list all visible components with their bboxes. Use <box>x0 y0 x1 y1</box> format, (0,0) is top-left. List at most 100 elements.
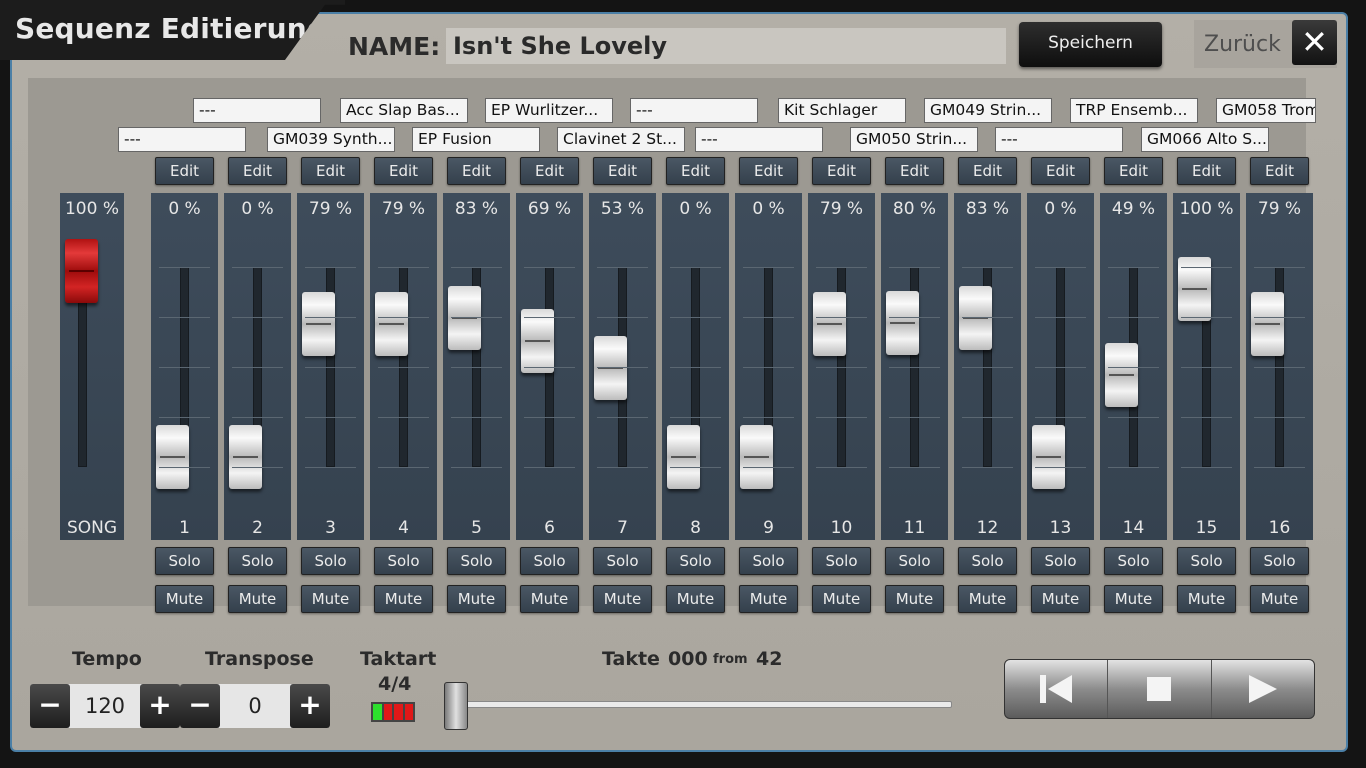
stop-icon[interactable] <box>1108 660 1212 718</box>
edit-button-11[interactable]: Edit <box>885 157 944 185</box>
channel-fader-knob[interactable] <box>521 309 554 374</box>
position-slider-track[interactable] <box>458 701 952 708</box>
edit-button-9[interactable]: Edit <box>739 157 798 185</box>
solo-button-3[interactable]: Solo <box>301 547 360 575</box>
channel-fader-knob[interactable] <box>1251 292 1284 357</box>
song-fader-knob[interactable] <box>65 239 98 303</box>
mute-button-11[interactable]: Mute <box>885 585 944 613</box>
sound-field[interactable]: GM039 Synth... <box>267 127 395 152</box>
edit-button-12[interactable]: Edit <box>958 157 1017 185</box>
solo-button-11[interactable]: Solo <box>885 547 944 575</box>
solo-button-5[interactable]: Solo <box>447 547 506 575</box>
edit-button-6[interactable]: Edit <box>520 157 579 185</box>
channel-fader-knob[interactable] <box>302 292 335 357</box>
scale-tick <box>597 267 648 268</box>
mute-button-3[interactable]: Mute <box>301 585 360 613</box>
transpose-minus-button[interactable]: − <box>180 684 220 728</box>
solo-button-8[interactable]: Solo <box>666 547 725 575</box>
sound-field[interactable]: --- <box>695 127 823 152</box>
channel-fader-knob[interactable] <box>375 292 408 357</box>
sound-field[interactable]: --- <box>193 98 321 123</box>
sound-field[interactable]: Kit Schlager <box>778 98 906 123</box>
takte-label: Takte <box>602 648 660 670</box>
mute-button-13[interactable]: Mute <box>1031 585 1090 613</box>
channel-fader-knob[interactable] <box>156 425 189 489</box>
mute-button-16[interactable]: Mute <box>1250 585 1309 613</box>
sound-field[interactable]: GM050 Strin... <box>850 127 978 152</box>
mute-button-2[interactable]: Mute <box>228 585 287 613</box>
transpose-value[interactable]: 0 <box>220 684 290 728</box>
edit-button-10[interactable]: Edit <box>812 157 871 185</box>
solo-button-10[interactable]: Solo <box>812 547 871 575</box>
mute-button-10[interactable]: Mute <box>812 585 871 613</box>
sound-field[interactable]: GM066 Alto S... <box>1141 127 1269 152</box>
scale-tick <box>1108 467 1159 468</box>
sound-field[interactable]: TRP Ensemb... <box>1070 98 1198 123</box>
edit-button-14[interactable]: Edit <box>1104 157 1163 185</box>
edit-button-3[interactable]: Edit <box>301 157 360 185</box>
mute-button-12[interactable]: Mute <box>958 585 1017 613</box>
transpose-label: Transpose <box>205 648 314 670</box>
mute-button-6[interactable]: Mute <box>520 585 579 613</box>
scale-tick <box>232 467 283 468</box>
channel-fader-knob[interactable] <box>667 425 700 489</box>
edit-button-15[interactable]: Edit <box>1177 157 1236 185</box>
mute-button-9[interactable]: Mute <box>739 585 798 613</box>
close-icon[interactable]: ✕ <box>1292 20 1337 65</box>
channel-fader-knob[interactable] <box>229 425 262 489</box>
mute-button-15[interactable]: Mute <box>1177 585 1236 613</box>
mute-button-14[interactable]: Mute <box>1104 585 1163 613</box>
edit-button-1[interactable]: Edit <box>155 157 214 185</box>
scale-tick <box>305 467 356 468</box>
sound-field[interactable]: EP Fusion <box>412 127 540 152</box>
play-icon[interactable] <box>1212 660 1314 718</box>
edit-button-8[interactable]: Edit <box>666 157 725 185</box>
sound-field[interactable]: Acc Slap Bas... <box>340 98 468 123</box>
solo-button-4[interactable]: Solo <box>374 547 433 575</box>
sound-field[interactable]: --- <box>995 127 1123 152</box>
solo-button-16[interactable]: Solo <box>1250 547 1309 575</box>
solo-button-6[interactable]: Solo <box>520 547 579 575</box>
solo-button-2[interactable]: Solo <box>228 547 287 575</box>
channel-fader-knob[interactable] <box>740 425 773 489</box>
save-button[interactable]: Speichern <box>1019 22 1162 67</box>
tempo-plus-button[interactable]: + <box>140 684 180 728</box>
sound-field[interactable]: Clavinet 2 St... <box>557 127 685 152</box>
solo-button-12[interactable]: Solo <box>958 547 1017 575</box>
channel-fader-knob[interactable] <box>813 292 846 357</box>
tempo-minus-button[interactable]: − <box>30 684 70 728</box>
sound-field[interactable]: GM058 Trom <box>1216 98 1316 123</box>
solo-button-9[interactable]: Solo <box>739 547 798 575</box>
mute-button-1[interactable]: Mute <box>155 585 214 613</box>
edit-button-13[interactable]: Edit <box>1031 157 1090 185</box>
edit-button-2[interactable]: Edit <box>228 157 287 185</box>
sound-field[interactable]: --- <box>630 98 758 123</box>
solo-button-14[interactable]: Solo <box>1104 547 1163 575</box>
mute-button-5[interactable]: Mute <box>447 585 506 613</box>
solo-button-1[interactable]: Solo <box>155 547 214 575</box>
transpose-plus-button[interactable]: + <box>290 684 330 728</box>
tempo-value[interactable]: 120 <box>70 684 140 728</box>
mute-button-7[interactable]: Mute <box>593 585 652 613</box>
skip-back-icon[interactable] <box>1005 660 1109 718</box>
mute-button-8[interactable]: Mute <box>666 585 725 613</box>
solo-button-15[interactable]: Solo <box>1177 547 1236 575</box>
edit-button-16[interactable]: Edit <box>1250 157 1309 185</box>
name-field[interactable]: Isn't She Lovely <box>446 28 1006 64</box>
channel-fader-knob[interactable] <box>1105 342 1138 407</box>
channel-fader-knob[interactable] <box>886 290 919 355</box>
sound-field[interactable]: --- <box>118 127 246 152</box>
channel-level-percent: 100 % <box>1179 199 1234 219</box>
edit-button-5[interactable]: Edit <box>447 157 506 185</box>
solo-button-7[interactable]: Solo <box>593 547 652 575</box>
back-button[interactable]: Zurück <box>1204 32 1281 57</box>
mute-button-4[interactable]: Mute <box>374 585 433 613</box>
edit-button-4[interactable]: Edit <box>374 157 433 185</box>
solo-button-13[interactable]: Solo <box>1031 547 1090 575</box>
sound-field[interactable]: EP Wurlitzer... <box>485 98 613 123</box>
scale-tick <box>816 317 867 318</box>
channel-fader-knob[interactable] <box>1032 425 1065 489</box>
sound-field[interactable]: GM049 Strin... <box>924 98 1052 123</box>
edit-button-7[interactable]: Edit <box>593 157 652 185</box>
position-slider-handle[interactable] <box>444 682 468 730</box>
